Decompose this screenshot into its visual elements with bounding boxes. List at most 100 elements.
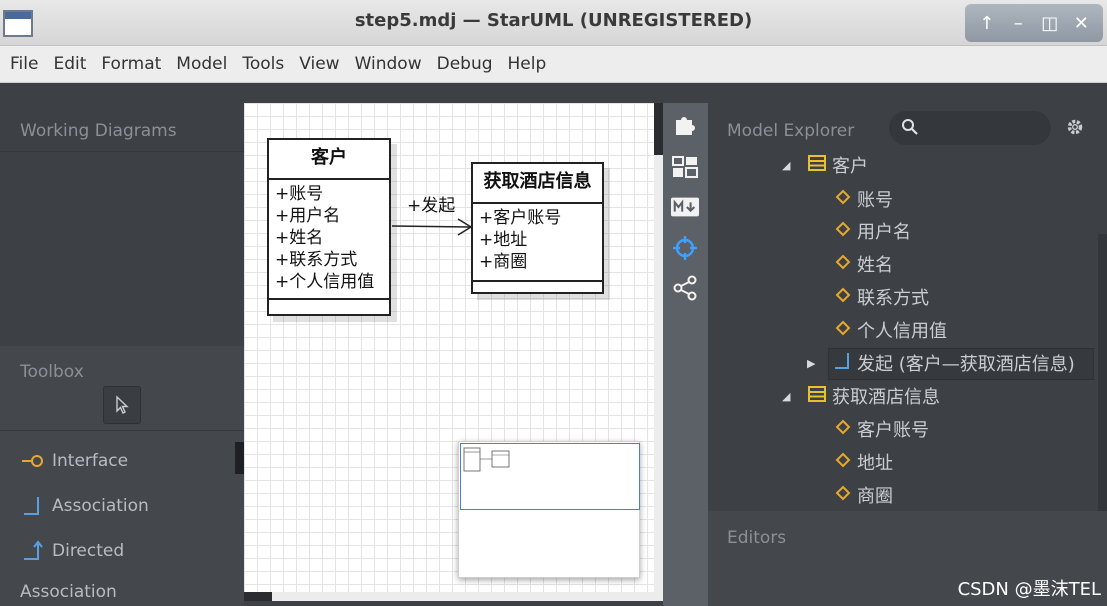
- menu-tools[interactable]: Tools: [236, 54, 293, 74]
- canvas-horizontal-scrollbar-track[interactable]: [244, 592, 663, 601]
- canvas-vertical-scrollbar-track[interactable]: [654, 103, 663, 592]
- tree-item-attribute[interactable]: 联系方式: [835, 284, 929, 310]
- tree-item-attribute[interactable]: 个人信用值: [835, 317, 947, 343]
- tree-label: 账号: [857, 190, 893, 211]
- attribute: +用户名: [275, 206, 341, 226]
- class-attributes: +账号 +用户名 +姓名 +联系方式 +个人信用值: [269, 180, 389, 300]
- tool-interface[interactable]: Interface: [20, 450, 128, 472]
- tool-label: Association: [20, 582, 117, 602]
- side-toolbar: [663, 103, 708, 606]
- tree-item-attribute[interactable]: 客户账号: [835, 416, 929, 442]
- share-button[interactable]: [671, 274, 699, 302]
- attribute-icon: [835, 452, 851, 473]
- tree-label: 联系方式: [857, 288, 929, 309]
- attribute: +姓名: [275, 228, 324, 248]
- minimize-icon[interactable]: –: [1005, 13, 1031, 34]
- tree-label: 用户名: [857, 222, 911, 243]
- tree-label: 地址: [857, 453, 893, 474]
- gear-icon[interactable]: [1065, 117, 1085, 137]
- minimap-thumbnail: [463, 447, 510, 472]
- class-box-customer[interactable]: 客户 +账号 +用户名 +姓名 +联系方式 +个人信用值: [267, 138, 391, 316]
- extension-manager-button[interactable]: [671, 111, 699, 139]
- attribute-icon: [835, 485, 851, 506]
- window-up-icon[interactable]: ↑: [974, 13, 1000, 34]
- class-attributes: +客户账号 +地址 +商圈: [473, 204, 602, 282]
- tool-label: Interface: [52, 451, 129, 471]
- attribute-icon: [835, 320, 851, 341]
- puzzle-icon: [676, 117, 695, 135]
- expand-toggle-icon[interactable]: ▶: [807, 357, 821, 370]
- attribute: +客户账号: [479, 208, 562, 228]
- pointer-tool-button[interactable]: [103, 386, 141, 424]
- cursor-icon: [116, 395, 129, 414]
- attribute: +地址: [479, 230, 528, 250]
- editors-panel: Editors CSDN @墨沫TEL: [708, 511, 1107, 606]
- model-explorer-scrollbar[interactable]: [1098, 234, 1107, 511]
- menu-bar: File Edit Format Model Tools View Window…: [0, 46, 1107, 83]
- minimap[interactable]: [458, 441, 640, 578]
- tree-item-association[interactable]: ▶ 发起 (客户—获取酒店信息): [807, 350, 1075, 376]
- tree-item-attribute[interactable]: 账号: [835, 186, 893, 212]
- menu-debug[interactable]: Debug: [431, 54, 502, 74]
- association-icon: [20, 495, 46, 517]
- right-panel-top-strip: [663, 83, 1107, 103]
- attribute: +账号: [275, 184, 324, 204]
- class-box-hotel-info[interactable]: 获取酒店信息 +客户账号 +地址 +商圈: [471, 162, 604, 294]
- navigator-button[interactable]: [671, 234, 699, 262]
- model-search-input[interactable]: [889, 111, 1051, 145]
- toolbox-panel: Toolbox Interface Association Directed A…: [0, 346, 244, 606]
- divider: [0, 430, 244, 431]
- menu-format[interactable]: Format: [95, 54, 170, 74]
- class-icon: [808, 154, 826, 176]
- layout-icon: [672, 156, 698, 178]
- model-explorer-panel: Model Explorer ◢ 客户 账号 用户名 姓名 联系方式 个人信用值: [708, 103, 1107, 511]
- attribute-icon: [835, 254, 851, 275]
- canvas-horizontal-scrollbar[interactable]: [244, 592, 272, 601]
- close-icon[interactable]: ✕: [1068, 13, 1094, 34]
- association-icon: [833, 352, 851, 375]
- tree-item-attribute[interactable]: 地址: [835, 449, 893, 475]
- tool-directed-association-label-cont[interactable]: Association: [20, 582, 117, 602]
- menu-view[interactable]: View: [293, 54, 348, 74]
- expand-toggle-icon[interactable]: ◢: [782, 159, 796, 172]
- attribute: +联系方式: [275, 250, 358, 270]
- canvas-vertical-scrollbar[interactable]: [654, 103, 663, 155]
- class-icon: [808, 385, 826, 407]
- menu-window[interactable]: Window: [349, 54, 431, 74]
- toolbox-header: Toolbox: [20, 362, 84, 382]
- class-name: 获取酒店信息: [473, 164, 602, 204]
- title-bar: step5.mdj — StarUML (UNREGISTERED) ↑ – ◫…: [0, 0, 1107, 46]
- tree-item-attribute[interactable]: 商圈: [835, 482, 893, 508]
- toolbox-scrollbar[interactable]: [235, 442, 244, 474]
- menu-help[interactable]: Help: [502, 54, 556, 74]
- tool-association[interactable]: Association: [20, 495, 149, 517]
- model-explorer-header: Model Explorer: [727, 121, 855, 141]
- tree-label: 商圈: [857, 486, 893, 507]
- expand-toggle-icon[interactable]: ◢: [782, 390, 796, 403]
- editors-header: Editors: [727, 528, 787, 548]
- crosshair-icon: [673, 236, 697, 260]
- tool-label: Association: [52, 496, 149, 516]
- tree-item-attribute[interactable]: 用户名: [835, 218, 911, 244]
- tool-directed-association[interactable]: Directed: [20, 540, 124, 562]
- share-icon: [673, 275, 697, 301]
- markdown-icon: [671, 197, 699, 217]
- menu-model[interactable]: Model: [170, 54, 236, 74]
- association-arrow[interactable]: [392, 213, 482, 243]
- class-name: 客户: [269, 140, 389, 180]
- menu-file[interactable]: File: [4, 54, 47, 74]
- tree-item-class[interactable]: ◢ 客户: [782, 152, 868, 178]
- maximize-icon[interactable]: ◫: [1037, 13, 1063, 34]
- window-title: step5.mdj — StarUML (UNREGISTERED): [354, 10, 753, 31]
- diagram-canvas[interactable]: 客户 +账号 +用户名 +姓名 +联系方式 +个人信用值 +发起 获取酒店信息 …: [244, 103, 654, 592]
- search-icon: [902, 119, 918, 135]
- diagrams-button[interactable]: [671, 153, 699, 181]
- tree-item-class[interactable]: ◢ 获取酒店信息: [782, 383, 940, 409]
- tree-label: 个人信用值: [857, 321, 947, 342]
- markdown-button[interactable]: [671, 193, 699, 221]
- left-panel: Working Diagrams Toolbox Interface Assoc…: [0, 83, 244, 606]
- tree-label: 姓名: [857, 255, 893, 276]
- canvas-bottom-border: [244, 601, 663, 606]
- menu-edit[interactable]: Edit: [47, 54, 95, 74]
- tree-item-attribute[interactable]: 姓名: [835, 251, 893, 277]
